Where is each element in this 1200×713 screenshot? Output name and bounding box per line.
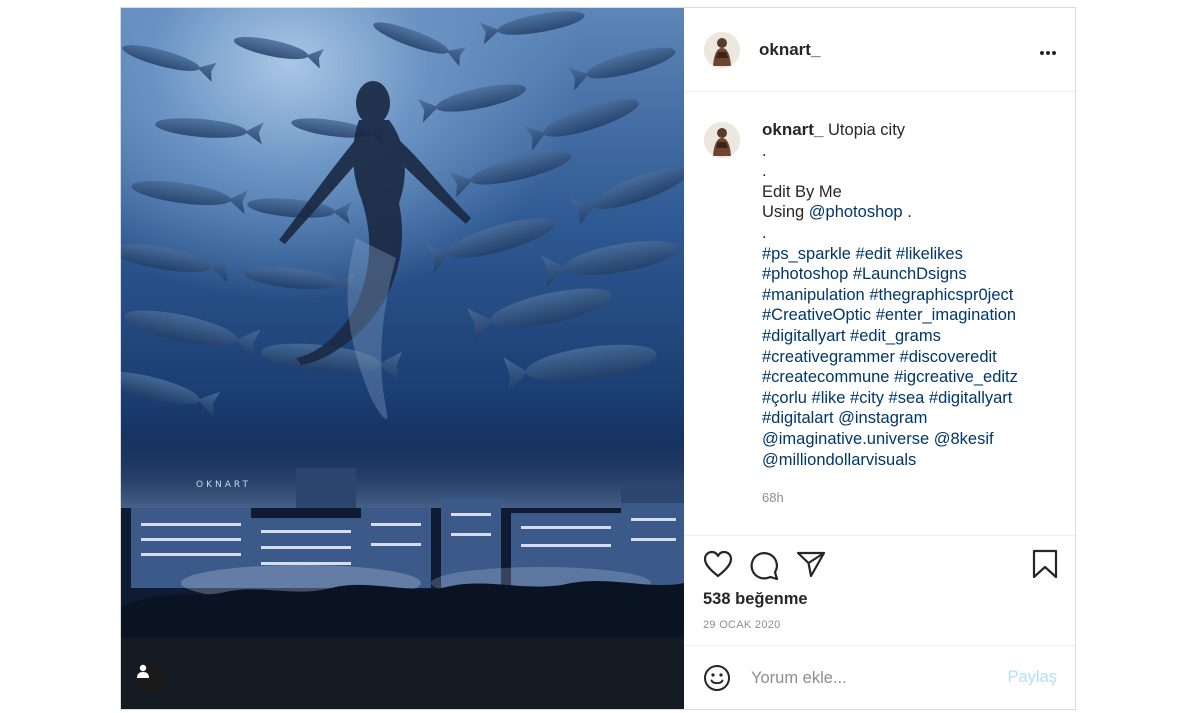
caption-using-prefix: Using [762,203,809,222]
post-date[interactable]: 29 OCAK 2020 [703,619,781,631]
save-button[interactable] [1032,549,1058,584]
caption-dot: . [762,162,767,181]
post-comment-button[interactable]: Paylaş [1007,668,1057,687]
avatar[interactable] [704,32,740,68]
likes-count[interactable]: 538 beğenme [703,590,808,609]
emoji-button[interactable] [703,664,731,697]
caption-timestamp[interactable]: 68h [762,490,784,505]
post-author-username[interactable]: oknart_ [759,40,820,60]
user-tag-icon [137,664,149,678]
hashtag-line[interactable]: #digitallyart #edit_grams [762,326,1062,347]
hashtag-line[interactable]: #manipulation #thegraphicspr0ject [762,285,1062,306]
bookmark-icon [1032,549,1058,579]
instagram-post: OKNART oknart_ oknart_ Utopia city . . E… [120,7,1076,710]
emoji-icon [704,665,730,691]
hashtag-line[interactable]: @imaginative.universe @8kesif [762,429,1062,450]
hashtag-line[interactable]: #photoshop #LaunchDsigns [762,264,1062,285]
post-caption: oknart_ Utopia city . . Edit By Me Using… [762,120,1062,470]
underwater-city-artwork [121,11,684,709]
caption-avatar[interactable] [704,122,740,158]
more-options-button[interactable] [1039,40,1057,60]
comment-button[interactable] [749,550,779,585]
comment-input[interactable] [749,664,1003,692]
avatar-image [704,32,740,68]
hashtag-line[interactable]: @milliondollarvisuals [762,450,1062,471]
mention-link[interactable]: @photoshop [809,203,903,221]
hashtag-line[interactable]: #createcommune #igcreative_editz [762,367,1062,388]
hashtag-line[interactable]: #ps_sparkle #edit #likelikes [762,244,1062,265]
caption-edit-line: Edit By Me [762,182,842,201]
add-comment-bar: Paylaş [684,645,1075,709]
caption-section: oknart_ Utopia city . . Edit By Me Using… [684,92,1075,535]
like-button[interactable] [703,550,733,583]
caption-title: Utopia city [828,121,906,139]
hashtag-line[interactable]: #digitalart @instagram [762,408,1062,429]
more-icon [1040,51,1056,55]
hashtag-list: #ps_sparkle #edit #likelikes #photoshop … [762,244,1062,471]
share-post-button[interactable] [796,550,826,583]
caption-dot: . [762,223,767,242]
caption-username[interactable]: oknart_ [762,120,823,139]
post-image[interactable]: OKNART [121,8,684,709]
tagged-users-button[interactable] [136,664,166,694]
heart-icon [703,550,733,578]
image-watermark: OKNART [196,480,251,490]
comment-icon [750,552,779,581]
post-header: oknart_ [684,8,1075,92]
post-sidebar: oknart_ oknart_ Utopia city . . Edit By … [684,8,1075,709]
caption-dot: . [762,141,767,160]
hashtag-line[interactable]: #CreativeOptic #enter_imagination [762,305,1062,326]
hashtag-line[interactable]: #creativegrammer #discoveredit [762,347,1062,368]
share-icon [796,551,826,578]
hashtag-line[interactable]: #çorlu #like #city #sea #digitallyart [762,388,1062,409]
caption-using-suffix: . [902,203,912,222]
avatar-image [704,122,740,158]
post-actions: 538 beğenme 29 OCAK 2020 [684,535,1075,645]
